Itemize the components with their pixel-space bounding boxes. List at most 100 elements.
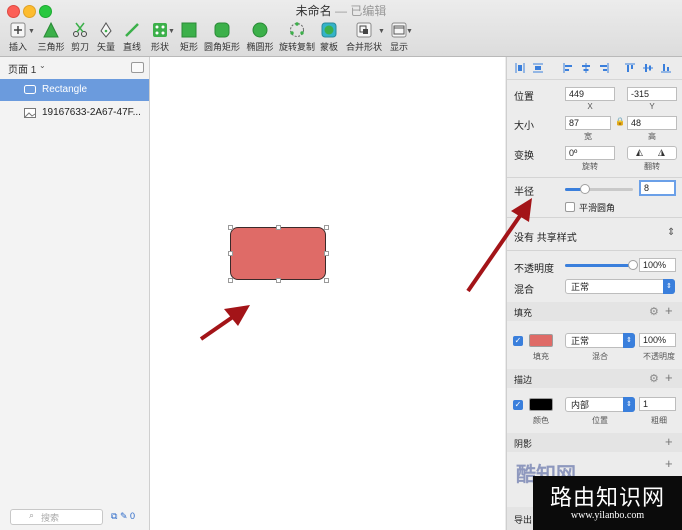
fill-blend-select[interactable]: 正常 ⇕: [565, 333, 635, 348]
caret-down-icon: ▼: [168, 28, 175, 35]
layer-filter-controls[interactable]: ⧉ ✎ 0: [111, 511, 135, 522]
distribute-vertical-icon[interactable]: [533, 63, 543, 73]
rotate-field[interactable]: 0º: [565, 146, 615, 160]
flip-buttons[interactable]: ◭ ◮: [627, 146, 677, 160]
opacity-slider[interactable]: [565, 260, 638, 270]
add-border-plus-icon[interactable]: +: [665, 371, 673, 384]
gear-icon[interactable]: ⚙: [649, 305, 659, 318]
watermark-title: 路由知识网: [549, 485, 665, 510]
rectangle-tool[interactable]: 矩形: [178, 22, 200, 53]
line-tool[interactable]: 直线: [121, 22, 143, 53]
opacity-slider-knob[interactable]: [628, 260, 638, 270]
add-inner-shadow-plus-icon[interactable]: +: [665, 457, 673, 470]
resize-handle-bottom-left[interactable]: [228, 278, 233, 283]
flip-vertical-icon[interactable]: ◮: [658, 147, 665, 158]
divider: [507, 217, 682, 218]
width-sublabel: 粗细: [651, 416, 667, 425]
resize-handle-top-left[interactable]: [228, 225, 233, 230]
radius-field[interactable]: 8: [639, 180, 676, 196]
vector-tool[interactable]: 矢量: [95, 22, 117, 53]
resize-handle-top-right[interactable]: [324, 225, 329, 230]
layer-item-rectangle[interactable]: Rectangle: [0, 79, 149, 101]
border-title: 描边: [514, 375, 533, 385]
fill-opacity-field[interactable]: 100%: [639, 333, 676, 347]
flip-horizontal-icon[interactable]: ◭: [636, 147, 643, 158]
layer-item-image[interactable]: 19167633-2A67-47F...: [0, 102, 149, 124]
selected-rectangle-shape[interactable]: [230, 227, 326, 280]
add-fill-plus-icon[interactable]: +: [665, 304, 673, 317]
x-label: X: [587, 102, 593, 111]
rotate-copy-button[interactable]: 旋转复制: [279, 22, 315, 53]
layer-search-input[interactable]: ⌕ 搜索: [10, 509, 103, 525]
up-down-chevron-icon: ⇕: [623, 333, 635, 348]
rectangle-layer-icon: [24, 85, 36, 94]
insert-button[interactable]: 插入 ▼: [4, 22, 35, 53]
resize-handle-left[interactable]: [228, 251, 233, 256]
opacity-label: 不透明度: [514, 264, 554, 275]
fill-color-swatch[interactable]: [529, 334, 553, 347]
canvas[interactable]: [150, 57, 505, 530]
radius-slider[interactable]: [565, 184, 633, 194]
opacity-field[interactable]: 100%: [639, 258, 676, 272]
resize-handle-bottom-right[interactable]: [324, 278, 329, 283]
oval-tool[interactable]: 椭圆形: [245, 22, 275, 53]
shared-style-selector[interactable]: 没有 共享样式: [514, 229, 577, 244]
rounded-rectangle-tool[interactable]: 圆角矩形: [204, 22, 240, 53]
search-placeholder: 搜索: [41, 513, 60, 523]
page-menu-button[interactable]: [131, 62, 144, 73]
lock-icon[interactable]: 🔒: [615, 117, 625, 126]
align-middle-icon[interactable]: [643, 63, 653, 73]
triangle-tool[interactable]: 三角形: [36, 22, 66, 53]
fill-enabled-checkbox[interactable]: ✓: [513, 336, 523, 346]
align-top-icon[interactable]: [625, 63, 635, 73]
transform-label: 变换: [514, 151, 534, 162]
layer-name: 19167633-2A67-47F...: [42, 107, 141, 118]
rotate-label: 旋转: [582, 162, 598, 171]
combine-shapes-button[interactable]: 合并形状 ▼: [345, 22, 385, 53]
display-icon: [391, 22, 407, 38]
fill-blend-value: 正常: [571, 336, 590, 346]
blend-sublabel: 混合: [592, 352, 608, 361]
y-position-field[interactable]: -315: [627, 87, 677, 101]
width-field[interactable]: 87: [565, 116, 611, 130]
caret-down-icon: ▼: [378, 28, 385, 35]
radius-slider-knob[interactable]: [580, 184, 591, 194]
align-bottom-icon[interactable]: [661, 63, 671, 73]
combine-shapes-icon: [356, 22, 372, 38]
scissors-tool[interactable]: 剪刀: [69, 22, 91, 53]
edit-icon[interactable]: ✎: [120, 511, 128, 521]
display-menu-button[interactable]: 显示 ▼: [387, 22, 413, 53]
up-down-chevron-icon[interactable]: ⇕: [667, 227, 675, 238]
fill-title: 填充: [514, 308, 533, 318]
search-icon: ⌕: [29, 510, 35, 520]
gear-icon[interactable]: ⚙: [649, 372, 659, 385]
copy-icon[interactable]: ⧉: [111, 511, 117, 521]
border-enabled-checkbox[interactable]: ✓: [513, 400, 523, 410]
page-selector[interactable]: 页面 1 ⌄: [0, 57, 149, 77]
x-position-field[interactable]: 449: [565, 87, 615, 101]
align-right-icon[interactable]: [599, 63, 609, 73]
distribute-horizontal-icon[interactable]: [515, 63, 525, 73]
border-width-field[interactable]: 1: [639, 397, 676, 411]
pen-icon: [100, 22, 112, 38]
border-position-select[interactable]: 内部 ⇕: [565, 397, 635, 412]
height-field[interactable]: 48: [627, 116, 677, 130]
caret-down-icon: ▼: [28, 28, 35, 35]
mask-button[interactable]: 蒙板: [318, 22, 340, 53]
align-left-icon[interactable]: [563, 63, 573, 73]
triangle-icon: [43, 22, 59, 38]
add-shadow-plus-icon[interactable]: +: [665, 435, 673, 448]
divider: [507, 177, 682, 178]
divider: [507, 250, 682, 251]
blend-mode-select[interactable]: 正常 ⇕: [565, 279, 675, 294]
smooth-corners-checkbox[interactable]: [565, 202, 575, 212]
shadow-title: 阴影: [514, 439, 533, 449]
border-color-swatch[interactable]: [529, 398, 553, 411]
up-down-chevron-icon: ⇕: [663, 279, 675, 294]
resize-handle-bottom[interactable]: [276, 278, 281, 283]
shape-menu-button[interactable]: 形状 ▼: [147, 22, 175, 53]
resize-handle-right[interactable]: [324, 251, 329, 256]
filter-count: 0: [130, 511, 136, 521]
resize-handle-top[interactable]: [276, 225, 281, 230]
align-center-icon[interactable]: [581, 63, 591, 73]
